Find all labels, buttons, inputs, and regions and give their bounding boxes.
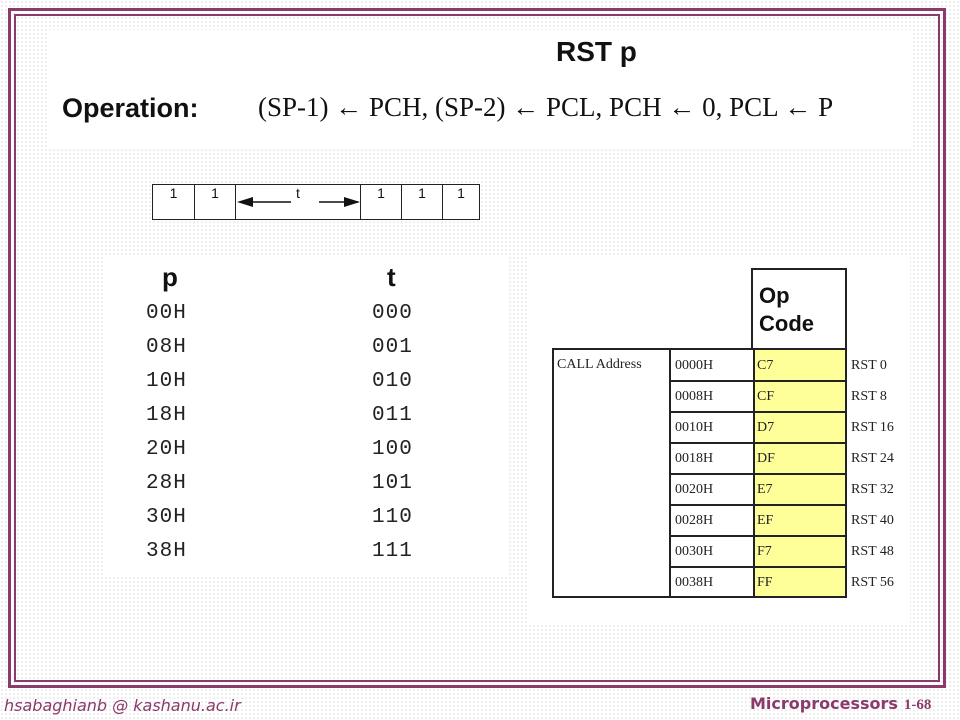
rst-label: RST 8 xyxy=(851,389,887,404)
opcode-header-cell: Op Code xyxy=(751,268,847,350)
rst-label: RST 56 xyxy=(851,575,894,590)
opcode-cell: D7 xyxy=(757,420,775,435)
opcode-cell: EF xyxy=(757,513,774,528)
t-column-header: t xyxy=(387,262,396,292)
address-cell: 0010H xyxy=(675,420,714,435)
address-cell: 0020H xyxy=(675,482,714,497)
p-value: 10H xyxy=(146,370,187,393)
opcode-cell: CF xyxy=(757,389,775,404)
rst-label: RST 16 xyxy=(851,420,894,435)
p-value: 08H xyxy=(146,336,187,359)
call-address-label: CALL Address xyxy=(557,357,642,372)
t-value: 010 xyxy=(372,370,413,393)
p-value: 18H xyxy=(146,404,187,427)
p-value: 30H xyxy=(146,506,187,529)
footer-page-number: 1-68 xyxy=(903,697,932,713)
footer-course-name: Microprocessors xyxy=(750,694,898,713)
header-panel xyxy=(48,30,912,148)
address-cell: 0008H xyxy=(675,389,714,404)
opcode-bit-strip: 1 1 t 1 1 1 xyxy=(152,184,480,220)
footer-email: hsabaghianb @ kashanu.ac.ir xyxy=(4,696,241,715)
p-column-header: p xyxy=(162,262,178,292)
address-cell: 0018H xyxy=(675,451,714,466)
row-divider xyxy=(669,473,847,475)
opcode-cell: DF xyxy=(757,451,775,466)
address-cell: 0038H xyxy=(675,575,714,590)
opcode-header-line2: Code xyxy=(759,311,814,336)
rst-label: RST 32 xyxy=(851,482,894,497)
call-address-table xyxy=(552,348,847,598)
row-divider xyxy=(669,442,847,444)
operation-text: (SP-1) ← PCH, (SP-2) ← PCL, PCH ← 0, PCL… xyxy=(258,92,834,122)
t-value: 110 xyxy=(372,506,413,529)
address-cell: 0000H xyxy=(675,358,714,373)
opcode-cell: FF xyxy=(757,575,773,590)
footer-course: Microprocessors 1-68 xyxy=(750,694,931,714)
opcode-cell: F7 xyxy=(757,544,772,559)
p-value: 38H xyxy=(146,540,187,563)
row-divider xyxy=(669,380,847,382)
slide-title: RST p xyxy=(556,36,637,67)
opcode-cell: C7 xyxy=(757,358,774,373)
row-divider xyxy=(669,566,847,568)
t-value: 011 xyxy=(372,404,413,427)
address-cell: 0030H xyxy=(675,544,714,559)
t-value: 101 xyxy=(372,472,413,495)
rst-label: RST 40 xyxy=(851,513,894,528)
rst-label: RST 48 xyxy=(851,544,894,559)
t-value: 000 xyxy=(372,302,413,325)
rst-label: RST 0 xyxy=(851,358,887,373)
row-divider xyxy=(669,535,847,537)
t-value: 100 xyxy=(372,438,413,461)
t-field-arrows xyxy=(237,197,360,207)
t-value: 111 xyxy=(372,540,413,563)
opcode-header-line1: Op xyxy=(759,283,790,308)
operation-label: Operation: xyxy=(62,93,199,123)
p-value: 20H xyxy=(146,438,187,461)
row-divider xyxy=(669,504,847,506)
address-cell: 0028H xyxy=(675,513,714,528)
rst-label: RST 24 xyxy=(851,451,894,466)
p-value: 28H xyxy=(146,472,187,495)
p-value: 00H xyxy=(146,302,187,325)
opcode-cell: E7 xyxy=(757,482,773,497)
t-value: 001 xyxy=(372,336,413,359)
row-divider xyxy=(669,411,847,413)
